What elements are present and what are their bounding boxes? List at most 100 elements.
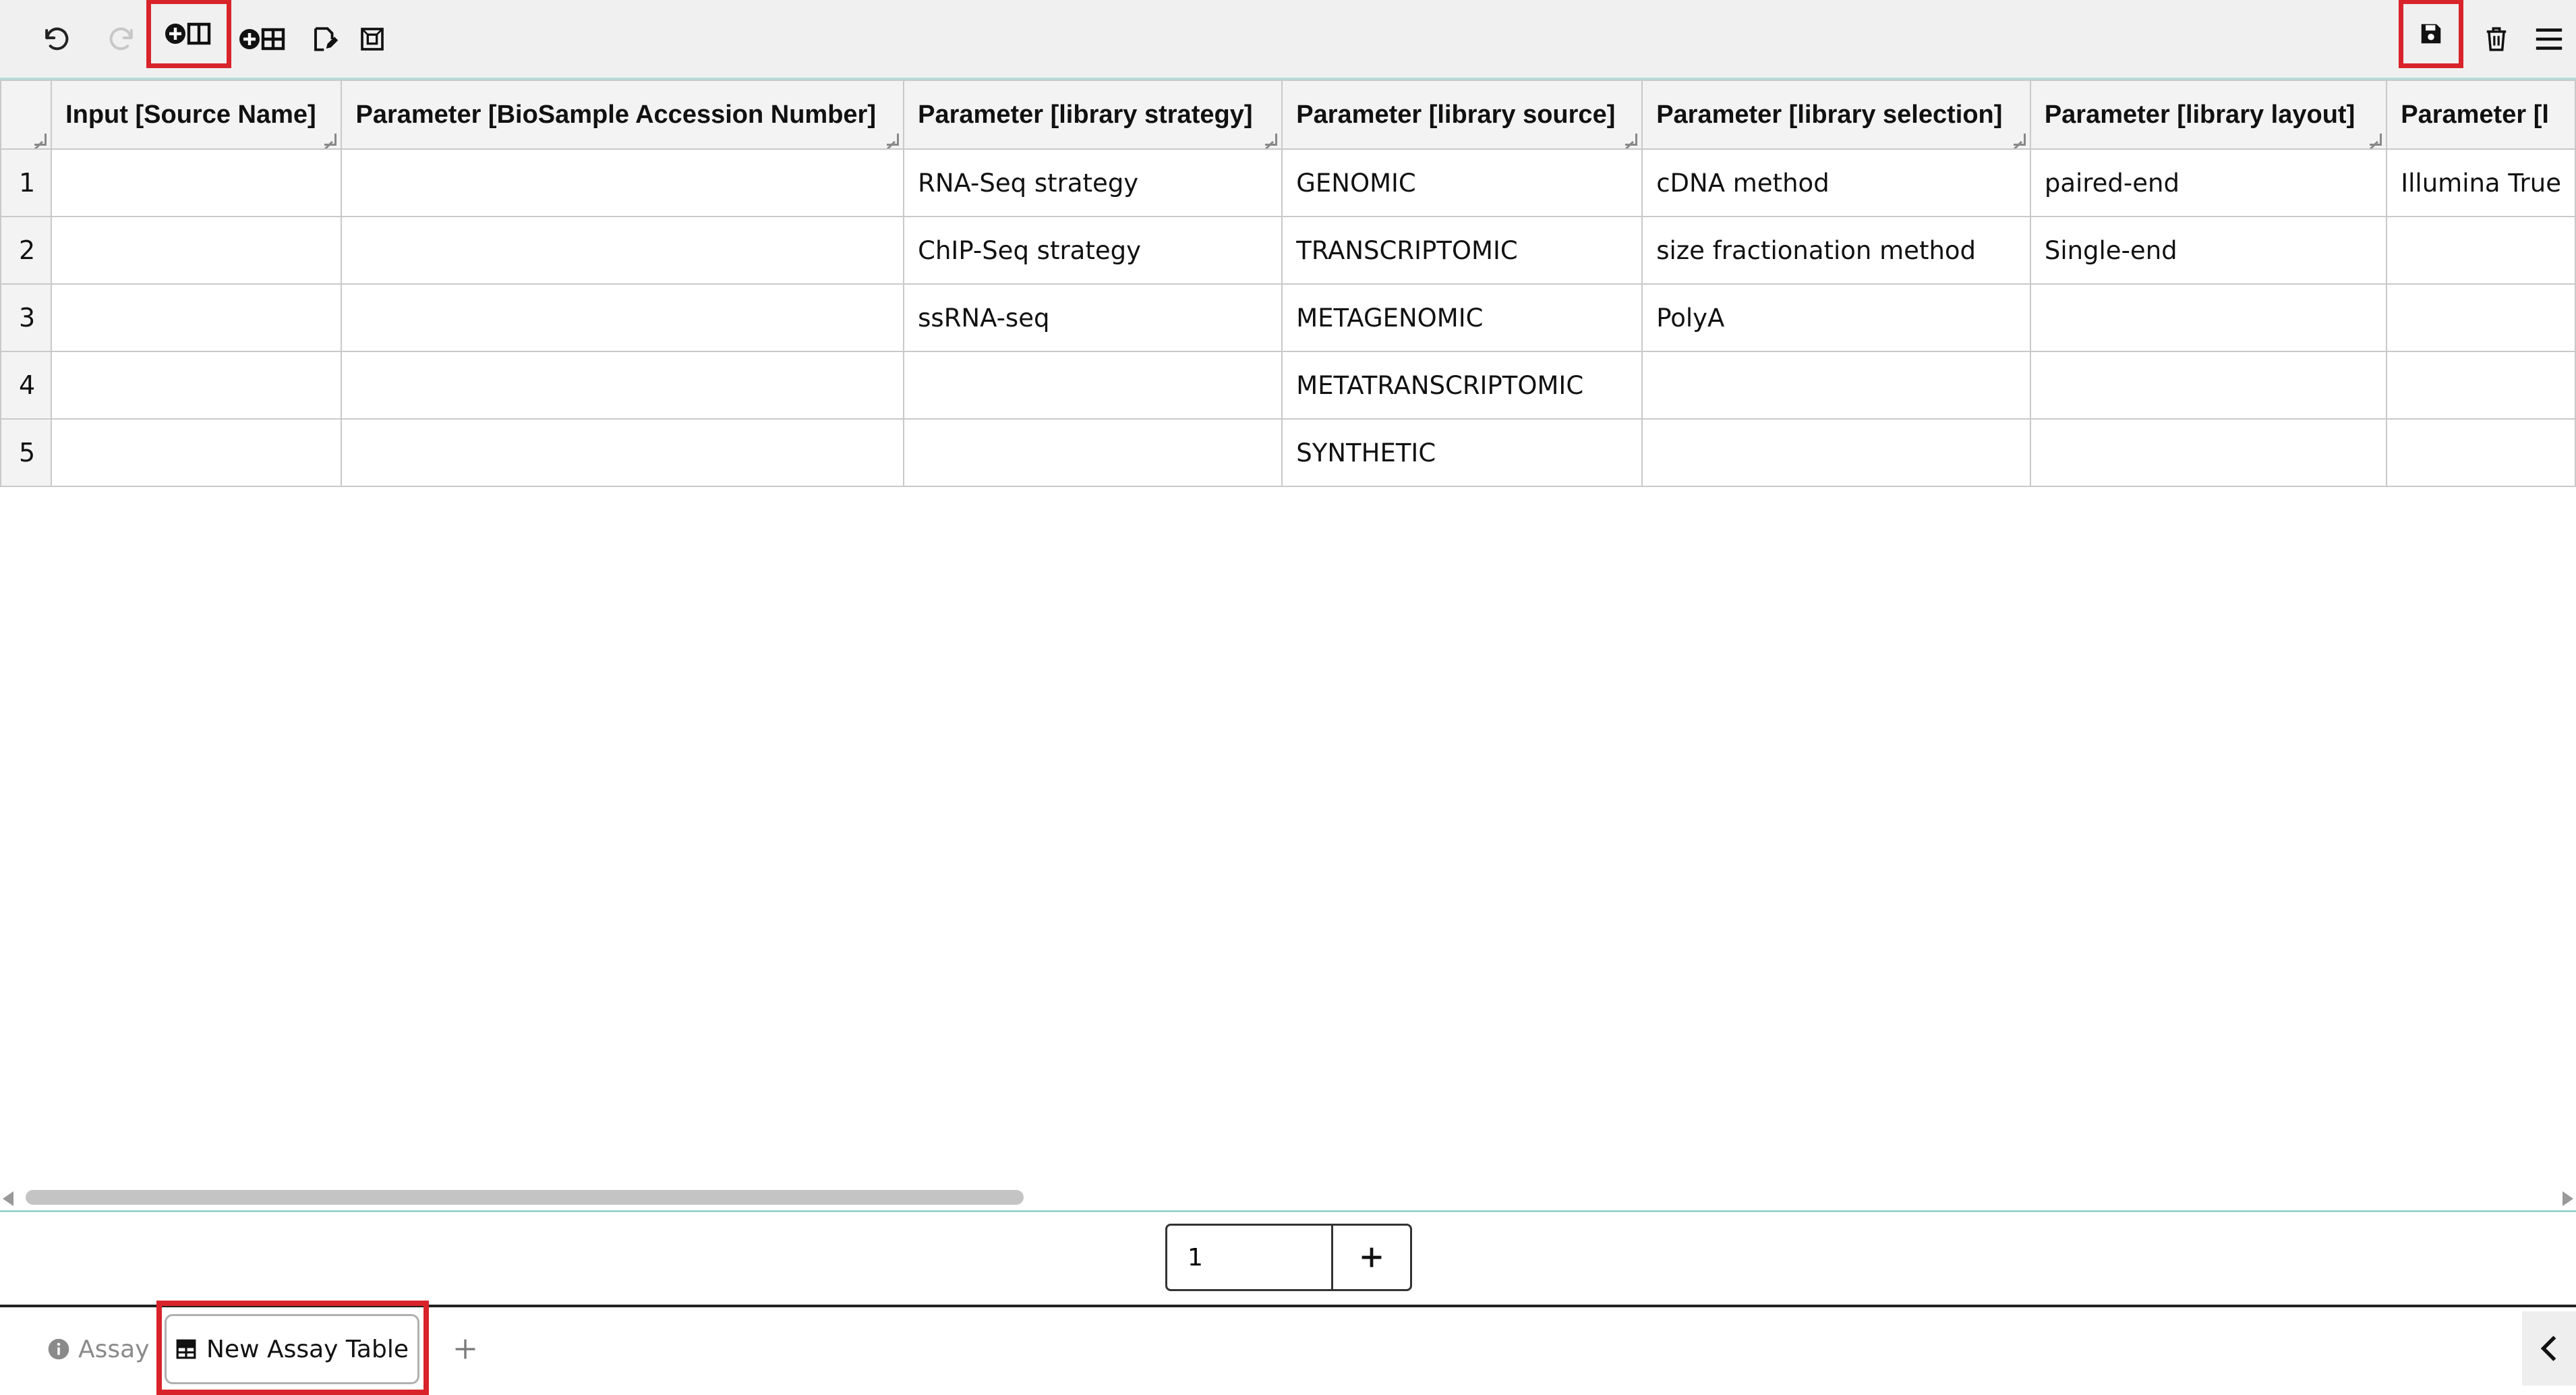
add-rows-button[interactable] [1333, 1226, 1410, 1289]
undo-icon [45, 27, 69, 51]
column-header-label: Parameter [library selection] [1656, 100, 2003, 129]
edit-button[interactable] [298, 15, 352, 63]
table-cell[interactable]: METAGENOMIC [1281, 283, 1643, 352]
column-header[interactable]: Parameter [library strategy] [903, 80, 1283, 150]
resize-handle[interactable] [2013, 134, 2026, 146]
table-cell[interactable]: Single-end [2029, 216, 2388, 285]
table-cell[interactable]: ssRNA-seq [903, 283, 1283, 352]
table-header-row: Input [Source Name] Parameter [BioSample… [0, 80, 2576, 150]
add-table-icon [239, 28, 285, 51]
table-cell[interactable]: SYNTHETIC [1281, 418, 1643, 487]
table-cell[interactable]: Illumina True [2386, 148, 2576, 217]
row-number[interactable]: 5 [0, 418, 53, 487]
resize-handle[interactable] [34, 134, 47, 146]
table-row: 5 SYNTHETIC [0, 418, 2576, 487]
table-cell[interactable]: GENOMIC [1281, 148, 1643, 217]
sheet-tab-bar: Assay New Assay Table [0, 1305, 2576, 1395]
column-header[interactable]: Parameter [library layout] [2029, 80, 2388, 150]
add-table-button[interactable] [229, 15, 297, 63]
table-cell[interactable]: PolyA [1641, 283, 2031, 352]
table-cell[interactable] [51, 148, 343, 217]
scrollbar-thumb[interactable] [26, 1190, 1024, 1205]
row-number[interactable]: 1 [0, 148, 53, 217]
add-column-icon [165, 22, 211, 45]
row-count-input[interactable] [1167, 1226, 1333, 1289]
table-cell[interactable] [51, 351, 343, 420]
edit-icon [314, 27, 339, 51]
table-cell[interactable] [341, 216, 905, 285]
table-cell[interactable] [51, 283, 343, 352]
undo-button[interactable] [28, 15, 82, 63]
toolbar [0, 0, 2576, 80]
table-cell[interactable]: paired-end [2029, 148, 2388, 217]
plus-icon [455, 1339, 475, 1359]
select-all-icon [361, 28, 384, 51]
delete-button[interactable] [2469, 15, 2523, 63]
menu-button[interactable] [2522, 15, 2576, 63]
save-icon [2421, 24, 2441, 44]
row-number[interactable]: 2 [0, 216, 53, 285]
tab-label: Assay [78, 1335, 150, 1363]
collapse-sidebar-button[interactable] [2522, 1311, 2576, 1386]
table-cell[interactable]: TRANSCRIPTOMIC [1281, 216, 1643, 285]
column-header[interactable]: Parameter [library source] [1281, 80, 1643, 150]
column-header[interactable]: Parameter [BioSample Accession Number] [341, 80, 905, 150]
assay-table-grid: Input [Source Name] Parameter [BioSample… [0, 80, 2576, 1186]
column-header-label: Parameter [BioSample Accession Number] [355, 100, 876, 129]
table-cell[interactable]: ChIP-Seq strategy [903, 216, 1283, 285]
column-header[interactable]: Parameter [l [2386, 80, 2576, 150]
table-icon [176, 1339, 196, 1359]
column-header[interactable]: Parameter [library selection] [1641, 80, 2031, 150]
trash-icon [2486, 27, 2507, 51]
tab-assay[interactable]: Assay [47, 1314, 150, 1384]
add-tab-button[interactable] [445, 1314, 486, 1384]
scroll-right-arrow-icon[interactable] [2563, 1191, 2573, 1206]
table-cell[interactable] [1641, 418, 2031, 487]
resize-handle[interactable] [1265, 134, 1278, 146]
table-cell[interactable] [2029, 351, 2388, 420]
resize-handle[interactable] [887, 134, 900, 146]
table-cell[interactable] [2029, 418, 2388, 487]
table-cell[interactable] [903, 351, 1283, 420]
column-header[interactable]: Input [Source Name] [51, 80, 343, 150]
table-cell[interactable] [51, 418, 343, 487]
redo-icon [109, 27, 133, 51]
add-rows-control [1165, 1224, 1412, 1291]
table-cell[interactable]: cDNA method [1641, 148, 2031, 217]
table-cell[interactable] [341, 148, 905, 217]
divider [0, 1210, 2576, 1212]
table-cell[interactable]: METATRANSCRIPTOMIC [1281, 351, 1643, 420]
table-cell[interactable] [2386, 351, 2576, 420]
table-row: 2 ChIP-Seq strategy TRANSCRIPTOMIC size … [0, 216, 2576, 285]
table-cell[interactable] [1641, 351, 2031, 420]
table-cell[interactable]: size fractionation method [1641, 216, 2031, 285]
scroll-left-arrow-icon[interactable] [3, 1191, 13, 1206]
info-icon [48, 1338, 69, 1360]
row-number[interactable]: 4 [0, 351, 53, 420]
resize-handle[interactable] [2370, 134, 2382, 146]
table-cell[interactable] [341, 351, 905, 420]
table-cell[interactable] [2386, 283, 2576, 352]
column-header-label: Parameter [library source] [1296, 100, 1616, 129]
resize-handle[interactable] [324, 134, 337, 146]
table-cell[interactable] [341, 283, 905, 352]
row-number[interactable]: 3 [0, 283, 53, 352]
table-cell[interactable] [2386, 216, 2576, 285]
table-cell[interactable] [903, 418, 1283, 487]
chevron-left-icon [2540, 1336, 2556, 1361]
table-row: 1 RNA-Seq strategy GENOMIC cDNA method p… [0, 148, 2576, 217]
horizontal-scrollbar[interactable] [0, 1186, 2576, 1209]
table-cell[interactable] [2386, 418, 2576, 487]
table-cell[interactable] [51, 216, 343, 285]
table-cell[interactable] [341, 418, 905, 487]
resize-handle[interactable] [1625, 134, 1638, 146]
redo-button[interactable] [96, 15, 150, 63]
save-button[interactable] [2399, 0, 2463, 68]
plus-icon [1362, 1247, 1382, 1268]
table-cell[interactable]: RNA-Seq strategy [903, 148, 1283, 217]
tab-new-assay-table[interactable]: New Assay Table [165, 1314, 419, 1384]
add-column-button[interactable] [146, 0, 231, 68]
table-cell[interactable] [2029, 283, 2388, 352]
corner-cell[interactable] [0, 80, 53, 150]
select-all-button[interactable] [345, 15, 399, 63]
